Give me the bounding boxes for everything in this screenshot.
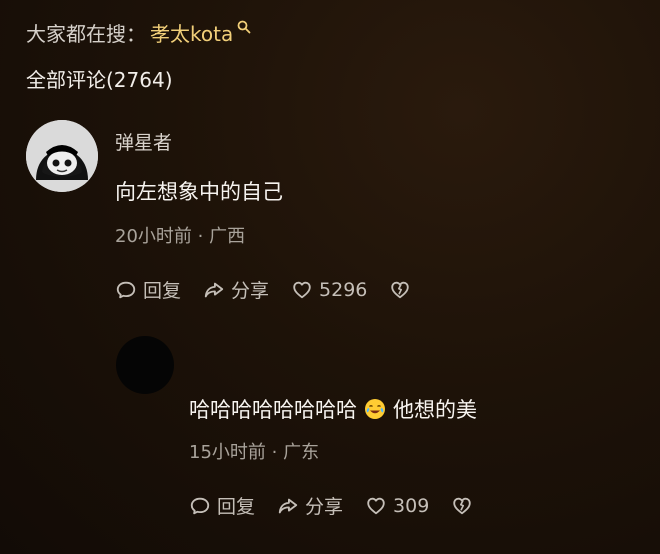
like-count: 5296 <box>319 278 368 301</box>
search-suggestion-label: 大家都在搜： <box>26 21 146 46</box>
reply-button[interactable]: 回复 <box>189 492 255 519</box>
avatar[interactable] <box>26 120 98 192</box>
avatar[interactable] <box>116 336 174 394</box>
comment-actions: 回复 分享 309 <box>189 492 495 519</box>
comments-count-title: 全部评论(2764) <box>26 68 173 92</box>
reply-label: 回复 <box>217 496 256 518</box>
reply-label: 回复 <box>143 280 182 302</box>
comment-bubble-icon <box>116 281 136 298</box>
like-count: 309 <box>393 494 430 517</box>
broken-heart-icon <box>453 497 472 514</box>
share-button[interactable]: 分享 <box>203 276 269 303</box>
reply-comment-text-part: 他想的美 <box>393 398 477 422</box>
dislike-button[interactable] <box>389 279 411 301</box>
broken-heart-icon <box>391 281 410 298</box>
dislike-button[interactable] <box>451 495 473 517</box>
like-button[interactable]: 309 <box>365 495 429 517</box>
share-arrow-icon <box>204 282 224 297</box>
comment-text: 向左想象中的自己 <box>115 180 283 204</box>
comment-username[interactable]: 弹星者 <box>115 128 172 155</box>
comment-bubble-icon <box>190 497 210 514</box>
search-icon[interactable] <box>237 20 251 34</box>
reply-comment-text: 哈哈哈哈哈哈哈哈 他想的美 <box>189 394 477 424</box>
share-label: 分享 <box>231 280 270 302</box>
heart-icon <box>293 281 311 298</box>
comment-actions: 回复 分享 5296 <box>115 276 433 303</box>
share-button[interactable]: 分享 <box>277 492 343 519</box>
reply-button[interactable]: 回复 <box>115 276 181 303</box>
comment-meta: 20小时前 · 广西 <box>115 226 246 247</box>
reply-comment-text-part: 哈哈哈哈哈哈哈哈 <box>189 398 357 422</box>
like-button[interactable]: 5296 <box>291 279 367 301</box>
share-label: 分享 <box>305 496 344 518</box>
share-arrow-icon <box>278 498 298 513</box>
search-suggestion-bar: 大家都在搜： 孝太kota <box>26 18 251 46</box>
heart-icon <box>367 497 385 514</box>
comment-meta: 15小时前 · 广东 <box>189 442 320 463</box>
search-suggestion-term[interactable]: 孝太kota <box>150 18 233 47</box>
crying-laughing-emoji-icon <box>365 399 385 419</box>
